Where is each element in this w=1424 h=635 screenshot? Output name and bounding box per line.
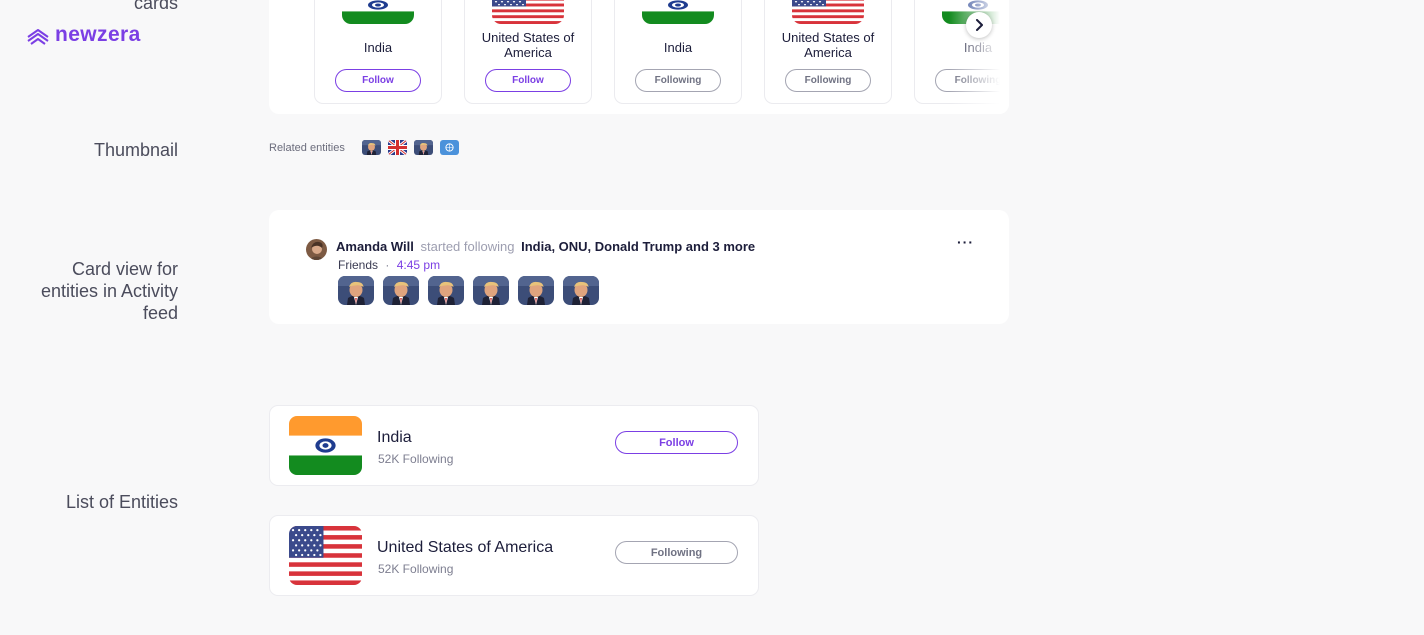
- entity-card[interactable]: United States of America Following: [764, 0, 892, 104]
- activity-card[interactable]: Amanda Will started following India, ONU…: [269, 210, 1009, 324]
- follow-button[interactable]: Follow: [485, 69, 571, 92]
- entity-card[interactable]: India Follow: [314, 0, 442, 104]
- entity-thumbnail[interactable]: [518, 276, 554, 305]
- section-label-activity-line: feed: [142, 303, 178, 323]
- person-thumbnail[interactable]: [414, 140, 433, 155]
- entity-thumbnail[interactable]: [563, 276, 599, 305]
- following-button[interactable]: Following: [635, 69, 721, 92]
- follow-button[interactable]: Follow: [335, 69, 421, 92]
- activity-audience: Friends: [338, 258, 379, 272]
- entity-name: United States of America: [377, 539, 554, 556]
- newzera-logo: newzera: [26, 23, 141, 47]
- section-label-activity-line: Card view for: [71, 259, 178, 279]
- usa-flag-icon: [289, 526, 362, 585]
- entity-cards-carousel: India Follow United States of America Fo…: [269, 0, 1009, 114]
- entity-name: India: [377, 429, 412, 446]
- meta-separator: ·: [385, 258, 390, 272]
- entity-card[interactable]: United States of America Follow: [464, 0, 592, 104]
- entity-following-count: 52K Following: [378, 562, 454, 576]
- entity-list-item[interactable]: United States of America 52K Following F…: [269, 515, 759, 596]
- activity-user-name[interactable]: Amanda Will: [336, 239, 414, 254]
- entity-card-name: United States of America: [481, 30, 575, 60]
- activity-entity-thumbnails: [338, 276, 599, 305]
- person-thumbnail[interactable]: [362, 140, 381, 155]
- usa-flag-icon: [792, 0, 864, 24]
- entity-thumbnail[interactable]: [473, 276, 509, 305]
- follow-button[interactable]: Follow: [615, 431, 738, 454]
- india-flag-icon: [289, 416, 362, 475]
- section-label-activity-line: entities in Activity: [40, 281, 178, 301]
- activity-verb: started following: [420, 239, 515, 254]
- india-flag-icon: [642, 0, 714, 24]
- entity-thumbnail[interactable]: [338, 276, 374, 305]
- india-flag-icon: [342, 0, 414, 24]
- activity-entities[interactable]: India, ONU, Donald Trump and 3 more: [521, 239, 755, 254]
- section-label-list: List of Entities: [65, 492, 178, 512]
- more-options-icon[interactable]: ···: [957, 234, 974, 250]
- section-label-activity: Card view for entities in Activity feed: [41, 258, 178, 324]
- entity-card-name: India: [363, 40, 393, 55]
- chevron-right-icon: [976, 19, 983, 31]
- activity-summary: Amanda Will started following India, ONU…: [336, 239, 755, 255]
- entity-following-count: 52K Following: [378, 452, 454, 466]
- entity-thumbnail[interactable]: [428, 276, 464, 305]
- carousel-next-button[interactable]: [966, 12, 992, 38]
- avatar[interactable]: [306, 239, 327, 260]
- entity-thumbnail[interactable]: [383, 276, 419, 305]
- related-entities-row: Related entities: [269, 140, 466, 155]
- usa-flag-icon: [492, 0, 564, 24]
- entity-card-name: United States of America: [781, 30, 875, 60]
- entity-card-name: India: [663, 40, 693, 55]
- newzera-logo-icon: [27, 29, 49, 45]
- entity-list-item[interactable]: India 52K Following Follow: [269, 405, 759, 486]
- brand-name: newzera: [55, 23, 141, 46]
- following-button[interactable]: Following: [615, 541, 738, 564]
- entity-card[interactable]: India Following: [614, 0, 742, 104]
- related-entities-label: Related entities: [269, 141, 345, 154]
- activity-meta: Friends · 4:45 pm: [338, 258, 440, 272]
- section-label-thumbnail: Thumbnail: [93, 140, 178, 160]
- following-button[interactable]: Following: [785, 69, 871, 92]
- uk-flag-icon[interactable]: [387, 140, 407, 155]
- section-label-cards: cards: [133, 0, 178, 13]
- activity-time: 4:45 pm: [396, 258, 441, 272]
- un-logo-icon[interactable]: [439, 140, 459, 155]
